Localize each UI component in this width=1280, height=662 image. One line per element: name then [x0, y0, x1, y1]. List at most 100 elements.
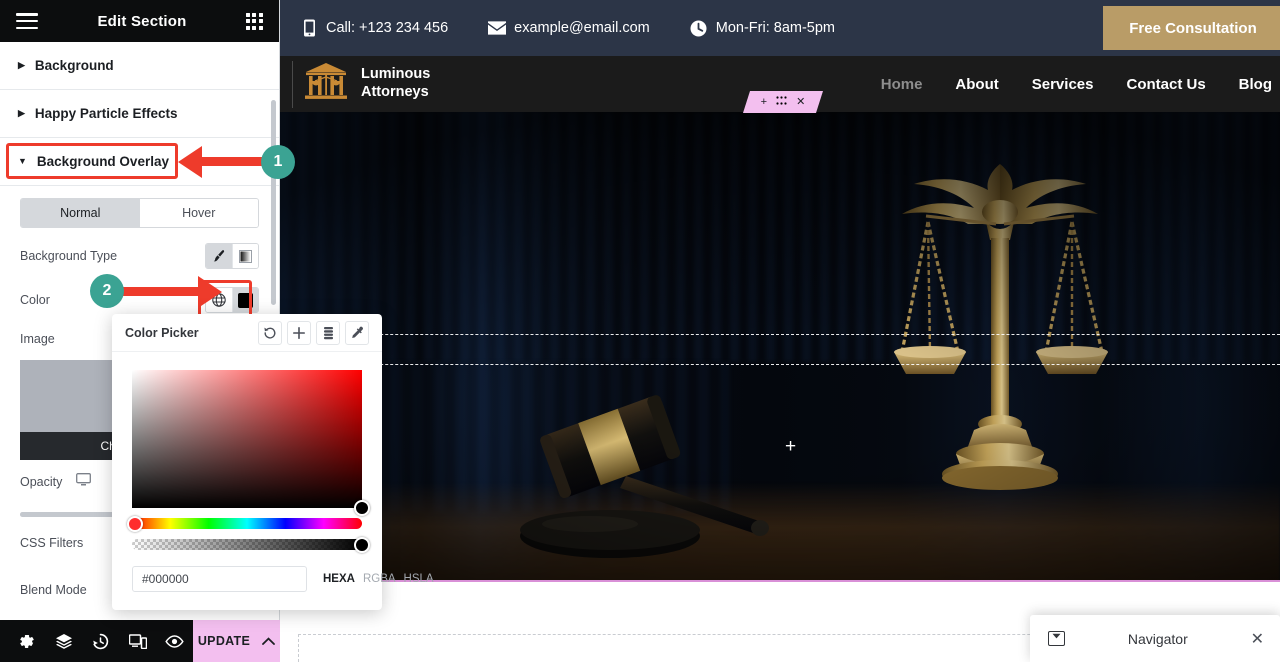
- envelope-icon: [488, 19, 507, 37]
- topbar-phone[interactable]: Call: +123 234 456: [300, 19, 448, 37]
- color-picker-header: Color Picker: [112, 314, 382, 352]
- brand-line1: Luminous: [361, 66, 431, 83]
- background-type-toggle: [205, 243, 259, 269]
- hue-slider-knob[interactable]: [127, 515, 143, 532]
- grid-apps-icon[interactable]: [245, 12, 263, 30]
- annotation-badge-2-label: 2: [102, 282, 112, 299]
- navigator-close-icon[interactable]: ✕: [1251, 629, 1264, 649]
- topbar-hours: Mon-Fri: 8am-5pm: [690, 19, 835, 37]
- close-section-icon[interactable]: ✕: [796, 97, 805, 108]
- saturation-knob[interactable]: [354, 500, 370, 516]
- add-element-plus-icon[interactable]: +: [785, 437, 796, 456]
- color-picker-tools: [258, 320, 369, 345]
- annotation-1-arrow-head: [178, 146, 202, 178]
- nav-link-home[interactable]: Home: [881, 76, 923, 93]
- navigator-panel[interactable]: Navigator ✕: [1030, 615, 1280, 662]
- color-label: Color: [20, 293, 50, 307]
- eyedropper-icon[interactable]: [345, 320, 369, 345]
- chevron-right-icon: ▶: [18, 60, 25, 70]
- layers-icon[interactable]: [45, 620, 82, 662]
- color-picker-title: Color Picker: [125, 325, 199, 340]
- nav-link-contact-us[interactable]: Contact Us: [1126, 76, 1205, 93]
- chevron-right-icon: ▶: [18, 108, 25, 118]
- mobile-phone-icon: [300, 19, 318, 37]
- tab-hover-label: Hover: [182, 206, 216, 220]
- dock-icon[interactable]: [1048, 631, 1065, 646]
- accordion-happy-particle-effects[interactable]: ▶ Happy Particle Effects: [0, 90, 279, 138]
- site-navbar: Luminous Attorneys Home About Services C…: [280, 56, 1280, 112]
- accordion-happy-particle-effects-label: Happy Particle Effects: [34, 106, 178, 121]
- nav-links: Home About Services Contact Us Blog: [881, 56, 1272, 112]
- panel-header: Edit Section: [0, 0, 279, 42]
- tab-normal[interactable]: Normal: [21, 199, 140, 227]
- opacity-label: Opacity: [20, 473, 91, 489]
- css-filters-label: CSS Filters: [20, 536, 84, 550]
- row-background-type: Background Type: [0, 234, 279, 278]
- free-consultation-label: Free Consultation: [1129, 19, 1257, 37]
- chevron-down-icon: ▼: [18, 156, 27, 166]
- annotation-1-arrow-shaft: [200, 157, 262, 166]
- drag-dots-icon[interactable]: [776, 96, 787, 108]
- tab-hover[interactable]: Hover: [139, 199, 258, 227]
- color-picker-footer: HEXA RGBA HSLA: [132, 566, 434, 592]
- add-section-icon[interactable]: +: [761, 97, 767, 108]
- topbar-hours-text: Mon-Fri: 8am-5pm: [715, 20, 835, 36]
- hue-slider[interactable]: [127, 515, 362, 532]
- panel-scrollbar[interactable]: [271, 100, 276, 305]
- reset-icon[interactable]: [258, 320, 282, 345]
- add-icon[interactable]: [287, 320, 311, 345]
- background-type-label: Background Type: [20, 249, 118, 263]
- settings-gear-icon[interactable]: [8, 620, 45, 662]
- state-tabs: Normal Hover: [20, 198, 259, 228]
- tab-normal-label: Normal: [60, 206, 101, 220]
- annotation-2-arrow-head: [198, 276, 222, 308]
- topbar-email-text: example@email.com: [514, 20, 650, 36]
- brand-line2: Attorneys: [361, 84, 429, 100]
- section-selection-line-bottom: [280, 364, 1280, 365]
- site-topbar: Call: +123 234 456 example@email.com Mon…: [280, 0, 1280, 56]
- saturation-value-area[interactable]: [132, 370, 370, 516]
- chevron-up-icon[interactable]: [262, 634, 276, 648]
- annotation-badge-2: 2: [90, 274, 124, 308]
- annotation-2-arrow-shaft: [122, 287, 200, 296]
- accordion-background[interactable]: ▶ Background: [0, 42, 279, 90]
- responsive-devices-icon[interactable]: [119, 620, 156, 662]
- panel-title: Edit Section: [97, 12, 187, 30]
- alpha-slider[interactable]: [132, 536, 370, 553]
- alpha-slider-knob[interactable]: [354, 536, 370, 553]
- gradient-icon[interactable]: [232, 244, 258, 268]
- accordion-background-label: Background: [34, 58, 114, 73]
- accordion-background-overlay-label: Background Overlay: [36, 154, 169, 169]
- swatches-icon[interactable]: [316, 320, 340, 345]
- site-brand[interactable]: Luminous Attorneys: [292, 60, 431, 108]
- nav-link-about[interactable]: About: [955, 76, 998, 93]
- preview-eye-icon[interactable]: [156, 620, 193, 662]
- hero-vignette: [280, 112, 1280, 582]
- blend-mode-label: Blend Mode: [20, 583, 87, 597]
- format-hexa[interactable]: HEXA: [323, 573, 355, 585]
- history-icon[interactable]: [82, 620, 119, 662]
- topbar-phone-text: Call: +123 234 456: [326, 20, 449, 36]
- hamburger-icon[interactable]: [16, 13, 38, 29]
- image-label: Image: [20, 332, 55, 346]
- color-picker-popup[interactable]: Color Picker #000000 HEXA RGBA HSLA: [112, 314, 434, 610]
- monitor-icon[interactable]: [75, 473, 91, 489]
- classic-brush-icon[interactable]: [206, 244, 232, 268]
- update-button[interactable]: UPDATE: [193, 620, 280, 662]
- format-hsla[interactable]: HSLA: [404, 573, 434, 585]
- free-consultation-button[interactable]: Free Consultation: [1103, 6, 1280, 50]
- black-swatch-icon[interactable]: [232, 288, 258, 312]
- hero-section[interactable]: +: [280, 112, 1280, 582]
- topbar-email[interactable]: example@email.com: [488, 19, 650, 37]
- section-edit-toolbar: + ✕: [743, 91, 823, 113]
- current-color-swatch: [238, 292, 253, 308]
- hex-input[interactable]: [132, 566, 307, 592]
- clock-icon: [690, 19, 708, 37]
- nav-link-blog[interactable]: Blog: [1239, 76, 1272, 93]
- preview-canvas: Call: +123 234 456 example@email.com Mon…: [280, 0, 1280, 662]
- format-rgba[interactable]: RGBA: [363, 573, 396, 585]
- section-selection-line-top: [280, 334, 1280, 335]
- nav-link-services[interactable]: Services: [1032, 76, 1094, 93]
- editor-screen: Call: +123 234 456 example@email.com Mon…: [0, 0, 1280, 662]
- annotation-badge-1: 1: [261, 145, 295, 179]
